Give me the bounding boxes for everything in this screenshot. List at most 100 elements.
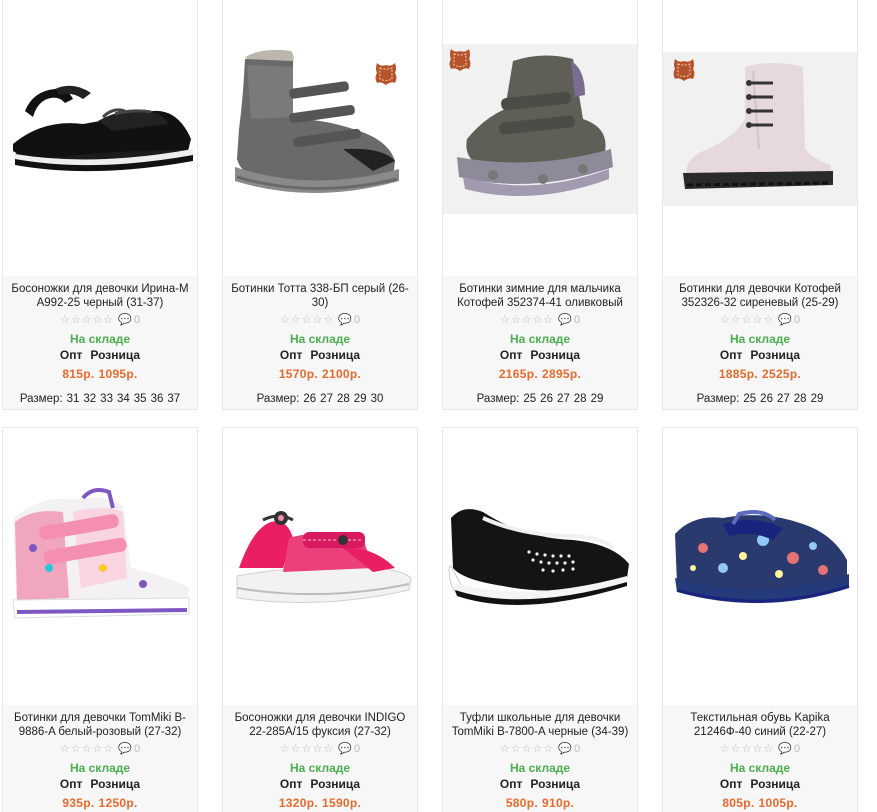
product-image[interactable] [663,0,857,276]
prices: 1320р. 1590р. [223,796,417,810]
size-option[interactable]: 30 [371,393,384,405]
olive-winter-boot-image [443,44,637,214]
review-count: 0 [133,743,141,755]
size-option[interactable]: 25 [523,393,536,405]
retail-price: 2895р. [542,367,582,381]
rating-stars[interactable]: ☆☆☆☆☆ 💬0 [223,741,417,757]
product-title[interactable]: Босоножки для девочки Ирина-М A992-25 че… [3,276,197,310]
rating-stars[interactable]: ☆☆☆☆☆ 💬0 [3,312,197,328]
genuine-leather-icon [669,55,699,85]
product-image[interactable] [443,428,637,705]
product-card[interactable]: Ботинки для девочки TomMiki B-9886-A бел… [2,427,198,812]
star-icons: ☆☆☆☆☆ [279,743,335,755]
stock-status: На складе [729,761,791,775]
product-card[interactable]: Ботинки Тотта 338-БП серый (26-30) ☆☆☆☆☆… [222,0,418,410]
size-option[interactable]: 36 [151,393,164,405]
product-image[interactable] [223,428,417,705]
review-count: 0 [793,314,801,326]
retail-price: 1250р. [98,796,138,810]
size-option[interactable]: 29 [591,393,604,405]
size-option[interactable]: 27 [777,393,790,405]
comment-icon: 💬 [778,314,793,326]
opt-label: Опт [499,777,523,791]
opt-price: 1570р. [278,367,318,381]
product-info: Ботинки Тотта 338-БП серый (26-30) ☆☆☆☆☆… [223,276,417,409]
product-card[interactable]: Босоножки для девочки Ирина-М A992-25 че… [2,0,198,410]
black-school-shoe-image [448,509,629,605]
size-option[interactable]: 37 [167,393,180,405]
rating-stars[interactable]: ☆☆☆☆☆ 💬0 [663,741,857,757]
size-option[interactable]: 26 [760,393,773,405]
rating-stars[interactable]: ☆☆☆☆☆ 💬0 [223,312,417,328]
size-option[interactable]: 31 [67,393,80,405]
product-info: Туфли школьные для девочки TomMiki B-780… [443,705,637,812]
product-image[interactable] [3,428,197,705]
prices: 1885р. 2525р. [663,367,857,381]
star-icons: ☆☆☆☆☆ [59,743,115,755]
opt-price: 580р. [505,796,538,810]
size-list: Размер: 25 26 27 28 29 [443,392,637,406]
product-title[interactable]: Текстильная обувь Kapika 21246Ф-40 синий… [663,705,857,739]
size-option[interactable]: 29 [354,393,367,405]
product-card[interactable]: Ботинки для девочки Котофей 352326-32 си… [662,0,858,410]
price-labels: Опт Розница [223,348,417,362]
rating-stars[interactable]: ☆☆☆☆☆ 💬0 [663,312,857,328]
price-labels: Опт Розница [3,777,197,791]
product-title[interactable]: Ботинки для девочки Котофей 352326-32 си… [663,276,857,310]
product-image[interactable] [443,0,637,276]
product-card[interactable]: Ботинки зимние для мальчика Котофей 3523… [442,0,638,410]
size-option[interactable]: 25 [743,393,756,405]
rating-stars[interactable]: ☆☆☆☆☆ 💬0 [3,741,197,757]
product-image[interactable] [3,0,197,276]
retail-price: 2100р. [322,367,362,381]
retail-price: 1095р. [98,367,138,381]
price-labels: Опт Розница [443,348,637,362]
retail-price: 910р. [542,796,575,810]
size-option[interactable]: 26 [540,393,553,405]
review-count: 0 [573,743,581,755]
star-icons: ☆☆☆☆☆ [499,314,555,326]
size-option[interactable]: 27 [320,393,333,405]
size-option[interactable]: 33 [100,393,113,405]
size-option[interactable]: 28 [574,393,587,405]
black-sandal-image [13,85,193,172]
grey-boot-image [235,49,399,193]
product-card[interactable]: Текстильная обувь Kapika 21246Ф-40 синий… [662,427,858,812]
product-title[interactable]: Ботинки Тотта 338-БП серый (26-30) [223,276,417,310]
size-option[interactable]: 35 [134,393,147,405]
price-labels: Опт Розница [3,348,197,362]
size-list: Размер: 26 27 28 29 30 [223,392,417,406]
rating-stars[interactable]: ☆☆☆☆☆ 💬0 [443,741,637,757]
comment-icon: 💬 [558,314,573,326]
product-title[interactable]: Туфли школьные для девочки TomMiki B-780… [443,705,637,739]
rating-stars[interactable]: ☆☆☆☆☆ 💬0 [443,312,637,328]
product-title[interactable]: Ботинки зимние для мальчика Котофей 3523… [443,276,637,310]
opt-price: 1320р. [278,796,318,810]
star-icons: ☆☆☆☆☆ [719,743,775,755]
product-title[interactable]: Босоножки для девочки INDIGO 22-285A/15 … [223,705,417,739]
product-title[interactable]: Ботинки для девочки TomMiki B-9886-A бел… [3,705,197,739]
size-option[interactable]: 29 [811,393,824,405]
opt-label: Опт [499,348,523,362]
product-card[interactable]: Туфли школьные для девочки TomMiki B-780… [442,427,638,812]
sizes-label: Размер: [256,393,300,405]
size-list: Размер: 31 32 33 34 35 36 37 [3,392,197,406]
retail-label: Розница [530,348,581,362]
fuchsia-sandal-image [236,511,412,603]
opt-label: Опт [279,348,303,362]
star-icons: ☆☆☆☆☆ [719,314,775,326]
comment-icon: 💬 [338,743,353,755]
star-icons: ☆☆☆☆☆ [59,314,115,326]
size-option[interactable]: 34 [117,393,130,405]
retail-price: 2525р. [762,367,802,381]
prices: 935р. 1250р. [3,796,197,810]
size-option[interactable]: 28 [794,393,807,405]
product-card[interactable]: Босоножки для девочки INDIGO 22-285A/15 … [222,427,418,812]
product-image[interactable] [223,0,417,276]
size-option[interactable]: 27 [557,393,570,405]
size-option[interactable]: 26 [303,393,316,405]
product-image[interactable] [663,428,857,705]
size-option[interactable]: 32 [83,393,96,405]
size-option[interactable]: 28 [337,393,350,405]
opt-label: Опт [279,777,303,791]
